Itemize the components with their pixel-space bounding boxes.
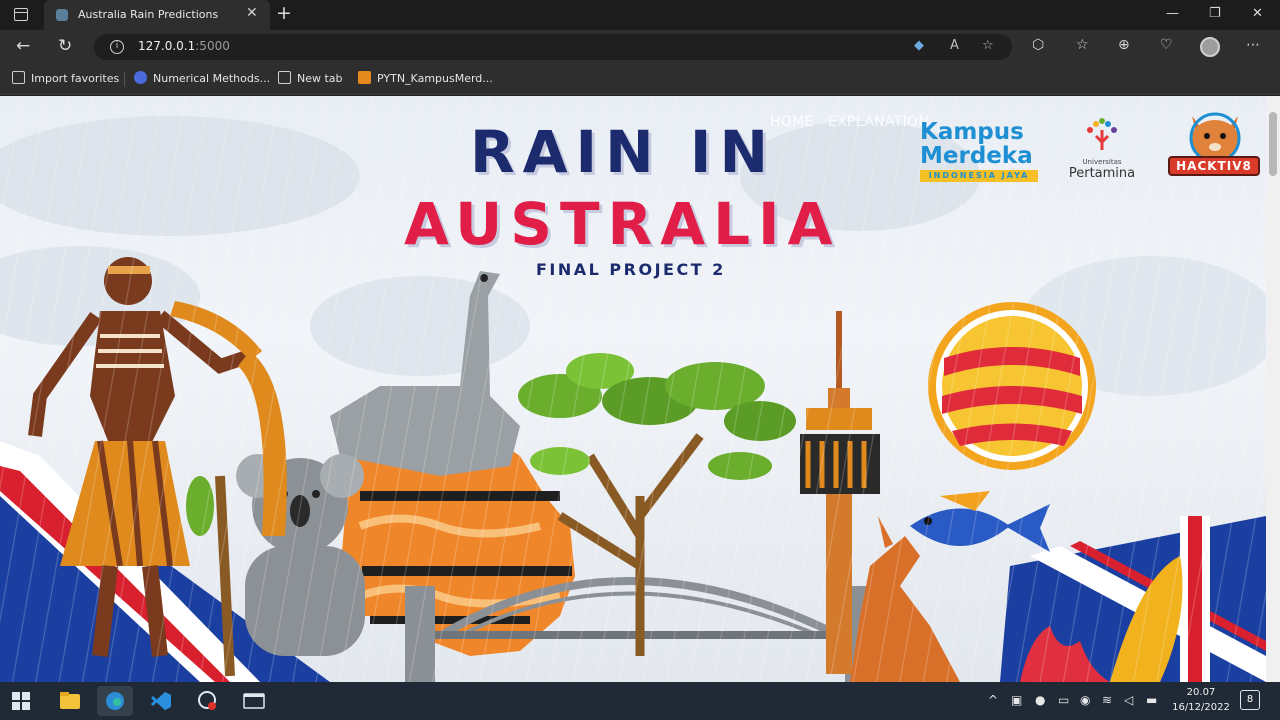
- info-icon[interactable]: i: [110, 40, 124, 54]
- kampus-logo-line3: INDONESIA JAYA: [920, 170, 1038, 182]
- numerical-methods-icon: [134, 71, 147, 84]
- volume-icon[interactable]: ◁: [1124, 693, 1133, 707]
- fox-mascot-icon: [1189, 112, 1241, 160]
- window-app[interactable]: [236, 686, 272, 716]
- favorite-numerical-methods[interactable]: Numerical Methods...: [134, 71, 270, 85]
- clock-date: 16/12/2022: [1172, 702, 1230, 713]
- pertamina-emblem-icon: [1087, 118, 1117, 150]
- tab-favicon-icon: [56, 9, 68, 21]
- recorder-icon: [198, 691, 216, 710]
- clock-time: 20.07: [1186, 687, 1216, 698]
- page-subtitle: FINAL PROJECT 2: [536, 260, 726, 279]
- address-bar[interactable]: i 127.0.0.1:5000 ◆ A ☆: [94, 34, 1012, 60]
- folder-icon: [60, 692, 80, 709]
- battery-icon[interactable]: ▬: [1146, 693, 1157, 707]
- tray-overflow-icon[interactable]: ^: [988, 693, 998, 707]
- extensions-icon[interactable]: ⬡: [1032, 37, 1044, 53]
- vscode-icon: [150, 692, 171, 710]
- profile-avatar[interactable]: [1200, 37, 1220, 57]
- import-icon: [12, 71, 25, 84]
- kampus-logo-line1: Kampus: [920, 119, 1024, 145]
- page-title-line1: RAIN IN: [470, 118, 776, 186]
- new-tab-icon: [278, 71, 291, 84]
- vscode-app[interactable]: [143, 686, 179, 716]
- address-toolbar: ← ↻ i 127.0.0.1:5000 ◆ A ☆ ⬡ ☆ ⊕ ♡ ⋯: [0, 30, 1280, 64]
- universitas-pertamina-logo: Universitas Pertamina: [1060, 116, 1144, 181]
- favorite-pytn[interactable]: PYTN_KampusMerd...: [358, 71, 493, 85]
- close-tab-icon[interactable]: ✕: [246, 5, 258, 21]
- page-scrollbar[interactable]: [1266, 96, 1280, 682]
- favorite-label: Import favorites: [31, 72, 120, 85]
- new-tab-button[interactable]: +: [276, 2, 292, 24]
- favorite-label: New tab: [297, 72, 343, 85]
- pertamina-logo-small: Universitas: [1082, 158, 1122, 166]
- web-page: HOME EXPLANATION RAIN IN AUSTRALIA FINAL…: [0, 96, 1280, 682]
- tab-title: Australia Rain Predictions: [78, 8, 219, 21]
- tray-app-icon[interactable]: ▣: [1011, 693, 1022, 707]
- add-favorite-icon[interactable]: ☆: [982, 38, 994, 53]
- pytn-icon: [358, 71, 371, 84]
- pertamina-logo-big: Pertamina: [1068, 166, 1136, 181]
- page-title-line2: AUSTRALIA: [404, 190, 841, 258]
- hacktiv8-label: HACKTIV8: [1168, 156, 1260, 176]
- favorite-import[interactable]: Import favorites: [12, 71, 119, 85]
- tab-strip: Australia Rain Predictions ✕ + — ❐ ✕: [0, 0, 1280, 30]
- edge-browser-icon: [106, 692, 124, 710]
- windows-start-icon[interactable]: [12, 692, 30, 710]
- nav-explanation[interactable]: EXPLANATION: [828, 114, 929, 130]
- url-port: :5000: [195, 39, 230, 53]
- tab-actions-icon[interactable]: [14, 8, 28, 21]
- restore-icon[interactable]: ❐: [1209, 6, 1221, 21]
- scroll-thumb[interactable]: [1269, 112, 1277, 176]
- notification-count: 8: [1246, 694, 1254, 705]
- close-window-icon[interactable]: ✕: [1252, 6, 1263, 21]
- tag-icon[interactable]: ◆: [914, 38, 924, 53]
- read-aloud-icon[interactable]: A: [950, 38, 959, 53]
- kampus-logo-line2: Merdeka: [920, 143, 1033, 169]
- usb-icon[interactable]: ▭: [1058, 693, 1069, 707]
- microphone-icon[interactable]: ●: [1035, 693, 1045, 707]
- favorite-new-tab[interactable]: New tab: [278, 71, 343, 85]
- favorite-label: Numerical Methods...: [153, 72, 271, 85]
- favorite-label: PYTN_KampusMerd...: [377, 72, 493, 85]
- notification-center-icon[interactable]: 8: [1240, 690, 1260, 710]
- windows-taskbar: ^ ▣ ● ▭ ◉ ≋ ◁ ▬ 20.07 16/12/2022 8: [0, 682, 1280, 720]
- kampus-merdeka-logo: Kampus Merdeka INDONESIA JAYA: [920, 120, 1038, 182]
- favorites-bar: Import favorites Numerical Methods... Ne…: [0, 64, 1280, 95]
- hacktiv8-logo: HACKTIV8: [1168, 110, 1262, 182]
- taskbar-clock[interactable]: 20.07 16/12/2022: [1166, 685, 1236, 715]
- recorder-app[interactable]: [189, 686, 225, 716]
- favorites-divider: [124, 72, 125, 87]
- file-explorer-app[interactable]: [52, 686, 88, 716]
- edge-app[interactable]: [97, 686, 133, 716]
- nav-home[interactable]: HOME: [770, 114, 814, 130]
- back-icon[interactable]: ←: [16, 36, 30, 56]
- url-text[interactable]: 127.0.0.1:5000: [138, 39, 230, 53]
- minimize-icon[interactable]: —: [1166, 6, 1179, 21]
- favorites-icon[interactable]: ☆: [1076, 37, 1089, 53]
- security-icon[interactable]: ◉: [1080, 693, 1090, 707]
- tab-active[interactable]: Australia Rain Predictions ✕: [44, 0, 270, 30]
- wifi-icon[interactable]: ≋: [1102, 693, 1112, 707]
- url-host: 127.0.0.1: [138, 39, 196, 53]
- window-icon: [243, 693, 265, 709]
- browser-essentials-icon[interactable]: ♡: [1160, 37, 1173, 53]
- collections-icon[interactable]: ⊕: [1118, 37, 1130, 53]
- refresh-icon[interactable]: ↻: [58, 36, 72, 56]
- more-menu-icon[interactable]: ⋯: [1246, 37, 1260, 53]
